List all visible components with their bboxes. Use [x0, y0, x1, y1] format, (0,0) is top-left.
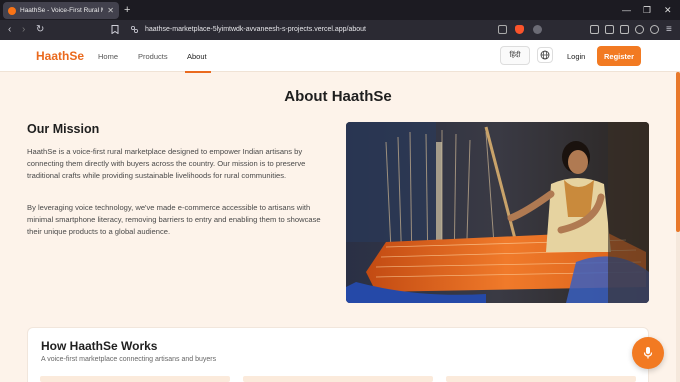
step-card	[446, 376, 636, 382]
step-card	[40, 376, 230, 382]
forward-icon[interactable]: ›	[22, 23, 25, 37]
globe-icon[interactable]	[537, 47, 553, 63]
how-it-works-subtitle: A voice-first marketplace connecting art…	[41, 356, 217, 363]
browser-nav-bar: ‹ › ↻ haathse-marketplace-5lyimtwdk-avva…	[0, 20, 680, 40]
back-icon[interactable]: ‹	[8, 23, 11, 37]
mission-paragraph-2: By leveraging voice technology, we've ma…	[27, 203, 321, 236]
artisan-weaving-image	[346, 122, 649, 303]
close-tab-icon[interactable]: ✕	[107, 6, 114, 15]
bookmark-icon[interactable]	[111, 25, 119, 34]
mission-paragraph-1: HaathSe is a voice-first rural marketpla…	[27, 147, 306, 180]
favicon-icon	[8, 6, 16, 15]
sidebar-icon[interactable]	[605, 25, 614, 34]
how-it-works-heading: How HaathSe Works	[41, 339, 158, 353]
login-link[interactable]: Login	[567, 52, 585, 61]
nav-products[interactable]: Products	[138, 52, 168, 61]
rewards-icon[interactable]	[533, 25, 542, 34]
new-tab-icon[interactable]: +	[124, 3, 130, 17]
site-logo[interactable]: HaathSe	[36, 49, 84, 63]
nav-about[interactable]: About	[187, 52, 207, 61]
voice-assistant-button[interactable]	[632, 337, 664, 369]
globe-glyph	[540, 50, 550, 60]
close-window-icon[interactable]: ✕	[664, 3, 672, 17]
page-scrollbar-thumb[interactable]	[676, 72, 680, 232]
brave-shield-icon[interactable]	[515, 25, 524, 34]
nav-home[interactable]: Home	[98, 52, 118, 61]
tab-title: HaathSe - Voice-First Rural Ma	[20, 7, 104, 14]
menu-icon[interactable]: ≡	[666, 23, 672, 37]
share-icon[interactable]	[498, 25, 507, 34]
browser-tab-bar: HaathSe - Voice-First Rural Ma ✕ + — ❐ ✕	[0, 0, 680, 20]
mission-heading: Our Mission	[27, 122, 100, 136]
reload-icon[interactable]: ↻	[36, 23, 44, 37]
active-nav-indicator	[185, 71, 211, 73]
minimize-icon[interactable]: —	[622, 3, 631, 17]
maximize-icon[interactable]: ❐	[643, 3, 651, 17]
site-info-icon[interactable]	[130, 25, 139, 34]
leo-icon[interactable]	[650, 25, 659, 34]
microphone-icon	[643, 347, 653, 359]
vpn-icon[interactable]	[635, 25, 644, 34]
wallet-icon[interactable]	[620, 25, 629, 34]
address-bar[interactable]: haathse-marketplace-5lyimtwdk-avvaneesh-…	[145, 24, 366, 36]
register-button[interactable]: Register	[597, 46, 641, 66]
how-it-works-card: How HaathSe Works A voice-first marketpl…	[27, 327, 649, 382]
page-title: About HaathSe	[284, 88, 392, 105]
language-toggle-button[interactable]: हिंदी	[500, 46, 530, 65]
browser-tab[interactable]: HaathSe - Voice-First Rural Ma ✕	[3, 2, 119, 19]
step-card	[243, 376, 433, 382]
site-header: HaathSe Home Products About हिंदी Login …	[0, 40, 680, 73]
extensions-icon[interactable]	[590, 25, 599, 34]
